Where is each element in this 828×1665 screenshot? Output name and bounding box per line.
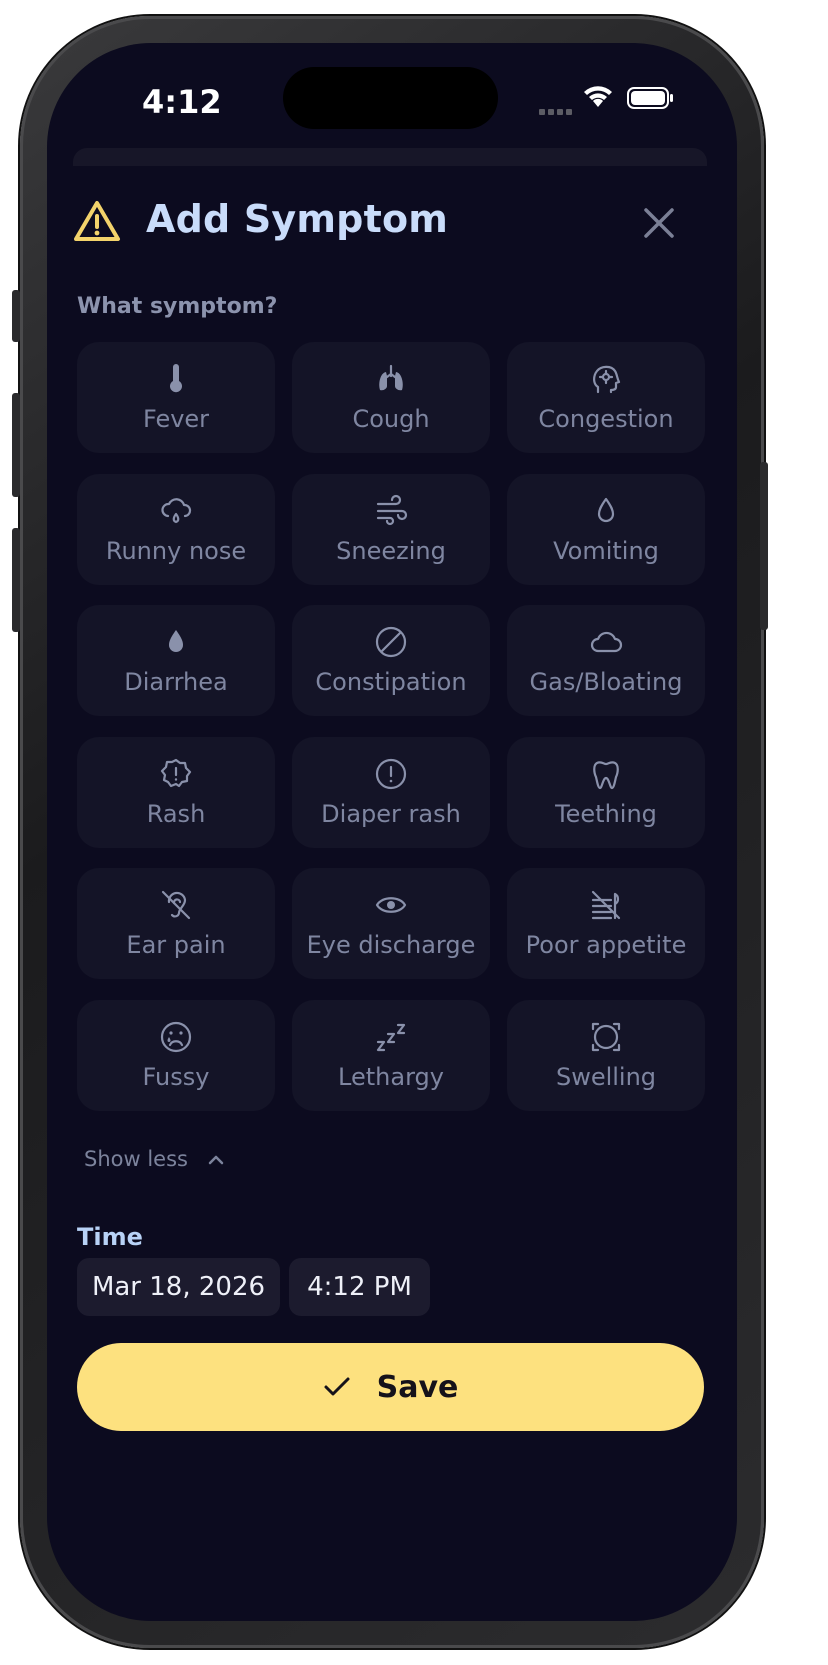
sheet-header: Add Symptom [73,193,707,253]
symptom-tile-rash[interactable]: Rash [77,737,275,848]
ear-off-icon [161,890,191,920]
symptom-label: Constipation [315,668,467,696]
symptom-tile-fussy[interactable]: Fussy [77,1000,275,1111]
symptom-tile-vomiting[interactable]: Vomiting [507,474,705,585]
save-button[interactable]: Save [77,1343,704,1431]
tooth-icon [593,761,619,790]
close-icon[interactable] [641,205,677,241]
symptom-label: Diaper rash [321,800,461,828]
symptom-tile-fever[interactable]: Fever [77,342,275,453]
symptom-label: Sneezing [336,537,446,565]
symptom-label: Ear pain [126,931,226,959]
symptom-label: Lethargy [338,1063,444,1091]
badge-alert-icon [160,758,192,788]
droplet-outline-icon [597,497,615,523]
symptom-tile-teething[interactable]: Teething [507,737,705,848]
status-bar: 4:12 [47,43,737,153]
symptom-label: Rash [146,800,206,828]
symptom-label: Fussy [142,1063,210,1091]
show-less-label: Show less [84,1147,188,1171]
date-picker[interactable]: Mar 18, 2026 [77,1258,280,1316]
symptom-label: Cough [352,405,430,433]
symptom-tile-diaper-rash[interactable]: Diaper rash [292,737,490,848]
cloud-icon [590,631,623,653]
time-section-label: Time [77,1223,143,1251]
checkmark-icon [324,1377,350,1396]
expand-circle-icon [591,1022,621,1052]
save-button-label: Save [376,1369,459,1405]
symptom-label: Diarrhea [124,668,228,696]
symptom-tile-constipation[interactable]: Constipation [292,605,490,716]
symptom-label: Runny nose [105,537,247,565]
symptom-tile-poor-appetite[interactable]: Poor appetite [507,868,705,979]
symptom-label: Eye discharge [306,931,476,959]
symptom-tile-lethargy[interactable]: Lethargy [292,1000,490,1111]
symptom-prompt: What symptom? [77,294,278,319]
lungs-icon [379,364,403,391]
warning-icon [74,201,120,241]
chevron-up-icon [208,1155,223,1165]
zzz-icon [376,1023,406,1052]
symptom-tile-ear-pain[interactable]: Ear pain [77,868,275,979]
symptom-tile-cough[interactable]: Cough [292,342,490,453]
action-button [12,290,20,342]
symptom-label: Poor appetite [525,931,687,959]
dynamic-island [283,67,498,129]
sheet-top-edge [73,148,707,166]
symptom-label: Gas/Bloating [529,668,683,696]
page-title: Add Symptom [146,197,449,241]
wifi-icon [584,86,612,107]
symptom-tile-gas-bloating[interactable]: Gas/Bloating [507,605,705,716]
symptom-label: Swelling [555,1063,657,1091]
sad-face-icon [160,1021,192,1053]
volume-up-button [12,393,20,497]
battery-icon [627,87,673,109]
symptom-label: Teething [555,800,657,828]
symptom-tile-runny-nose[interactable]: Runny nose [77,474,275,585]
symptom-tile-sneezing[interactable]: Sneezing [292,474,490,585]
symptom-label: Fever [142,405,210,433]
volume-down-button [12,528,20,632]
signal-icon [539,100,575,119]
symptom-tile-congestion[interactable]: Congestion [507,342,705,453]
symptom-label: Congestion [538,405,674,433]
wind-icon [376,494,408,526]
show-less-toggle[interactable]: Show less [84,1147,225,1171]
eye-icon [375,897,407,913]
time-picker[interactable]: 4:12 PM [289,1258,430,1316]
symptom-tile-diarrhea[interactable]: Diarrhea [77,605,275,716]
power-button [760,462,768,630]
head-gear-icon [593,365,621,394]
cloud-drizzle-icon [161,498,192,524]
screen: 4:12 Add Symptom What symptom? Fever Coug… [47,43,737,1621]
thermometer-icon [170,364,182,393]
ban-icon [375,626,407,658]
circle-alert-icon [375,758,407,790]
droplet-filled-icon [169,630,183,652]
symptom-label: Vomiting [553,537,659,565]
symptom-tile-eye-discharge[interactable]: Eye discharge [292,868,490,979]
utensils-off-icon [591,890,621,920]
symptom-tile-swelling[interactable]: Swelling [507,1000,705,1111]
status-time: 4:12 [142,83,222,121]
